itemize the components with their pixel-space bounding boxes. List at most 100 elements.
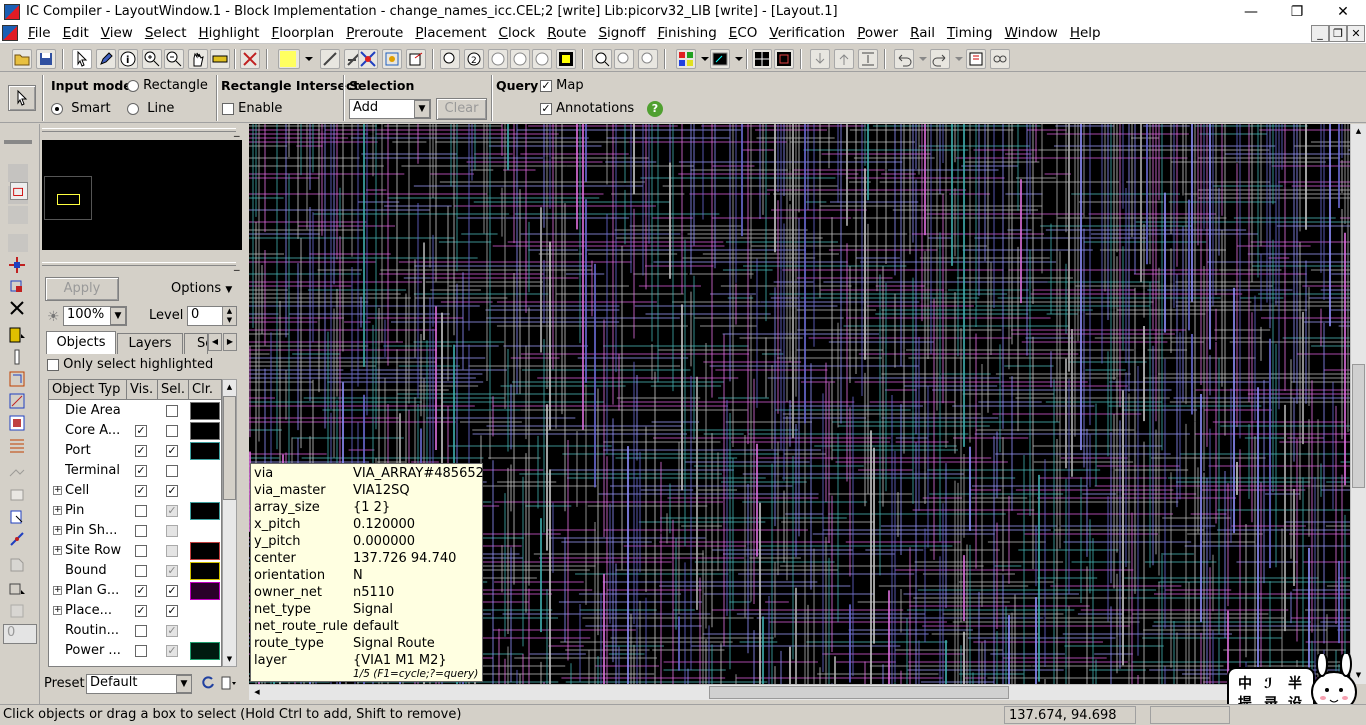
zoom-center-icon[interactable]	[614, 49, 634, 69]
panel-close-icon[interactable]: _	[234, 258, 240, 271]
redo-icon[interactable]	[930, 49, 950, 69]
visible-checkbox[interactable]	[135, 605, 147, 617]
overview-minimap[interactable]	[42, 140, 242, 250]
zoom-half-icon[interactable]	[488, 49, 508, 69]
table-row[interactable]: + Pin Sh...	[49, 521, 221, 541]
preset-menu-icon[interactable]	[220, 675, 238, 691]
mdi-restore-button[interactable]: ❐	[1329, 25, 1347, 42]
pin-icon[interactable]	[8, 348, 28, 366]
ruler-icon[interactable]	[210, 49, 230, 69]
canvas-vertical-scrollbar[interactable]: ▲ ▼	[1350, 124, 1366, 684]
menu-timing[interactable]: Timing	[941, 25, 999, 41]
scroll-down-icon[interactable]: ▼	[223, 652, 236, 666]
expand-icon[interactable]: +	[53, 526, 62, 535]
selectable-checkbox[interactable]	[166, 565, 178, 577]
move-icon[interactable]	[8, 256, 28, 274]
menu-finishing[interactable]: Finishing	[651, 25, 722, 41]
shape-icon[interactable]	[8, 414, 28, 432]
color-swatch[interactable]	[190, 642, 220, 660]
color-swatch[interactable]	[190, 422, 220, 440]
group-icon[interactable]	[8, 206, 28, 224]
chevron-down-icon[interactable]: ▼	[414, 100, 430, 118]
link-icon[interactable]	[990, 49, 1010, 69]
table-row[interactable]: + Cell	[49, 481, 221, 501]
no-route-icon[interactable]	[240, 49, 260, 69]
options-menu[interactable]: Options ▼	[171, 281, 232, 296]
clear-button[interactable]: Clear	[436, 98, 487, 120]
menu-edit[interactable]: Edit	[57, 25, 95, 41]
tab-layers[interactable]: Layers	[117, 333, 183, 354]
selectable-checkbox[interactable]	[166, 505, 178, 517]
selectable-checkbox[interactable]	[166, 525, 178, 537]
tab-scroll-right-icon[interactable]: ▶	[223, 333, 237, 351]
menu-floorplan[interactable]: Floorplan	[265, 25, 340, 41]
tab-settings[interactable]: Se	[184, 333, 208, 354]
menu-window[interactable]: Window	[999, 25, 1064, 41]
chevron-down-icon[interactable]	[300, 49, 313, 69]
menu-verification[interactable]: Verification	[763, 25, 851, 41]
table-row[interactable]: Routin...	[49, 621, 221, 641]
map-checkbox[interactable]: Map	[540, 78, 584, 93]
visible-checkbox[interactable]	[135, 585, 147, 597]
apply-button[interactable]: Apply	[45, 277, 119, 301]
route-icon[interactable]	[8, 370, 28, 388]
zoom-box-icon[interactable]	[592, 49, 612, 69]
table-row[interactable]: + Plan G...	[49, 581, 221, 601]
visible-checkbox[interactable]	[135, 525, 147, 537]
line-radio[interactable]: Line	[127, 101, 174, 116]
column-header-visible[interactable]: Vis.	[127, 380, 158, 400]
visible-checkbox[interactable]	[135, 485, 147, 497]
column-header-color[interactable]: Clr.	[189, 380, 221, 400]
selectable-checkbox[interactable]	[166, 405, 178, 417]
table-row[interactable]: + Pin	[49, 501, 221, 521]
zoom-prev-icon[interactable]	[510, 49, 530, 69]
book-icon[interactable]	[966, 49, 986, 69]
selectable-checkbox[interactable]	[166, 445, 178, 457]
menu-file[interactable]: File	[22, 25, 57, 41]
menu-clock[interactable]: Clock	[493, 25, 542, 41]
zoom-2x-icon[interactable]: 2	[464, 49, 484, 69]
close-button[interactable]: ✕	[1320, 0, 1366, 23]
table-row[interactable]: Die Area	[49, 401, 221, 421]
panel-close-icon[interactable]: _	[234, 124, 240, 137]
table-row[interactable]: + Place...	[49, 601, 221, 621]
minimap-viewport[interactable]	[57, 194, 80, 205]
minimize-button[interactable]: —	[1228, 0, 1274, 23]
flylines-icon[interactable]	[358, 49, 378, 69]
smart-radio[interactable]: Smart	[51, 101, 111, 116]
move-up-icon[interactable]	[834, 49, 854, 69]
target-icon[interactable]	[382, 49, 402, 69]
table-row[interactable]: Terminal	[49, 461, 221, 481]
fit-all-icon[interactable]	[556, 49, 576, 69]
visible-checkbox[interactable]	[135, 465, 147, 477]
polygon-icon[interactable]	[8, 556, 28, 574]
menu-rail[interactable]: Rail	[904, 25, 941, 41]
zoom-selected-icon[interactable]	[638, 49, 658, 69]
color-swatch[interactable]	[190, 582, 220, 600]
array-icon[interactable]	[8, 436, 28, 454]
canvas-hscroll-thumb[interactable]	[709, 686, 1009, 699]
mdi-close-button[interactable]: ✕	[1347, 25, 1365, 42]
help-icon[interactable]: ?	[647, 101, 663, 117]
cell-icon[interactable]	[774, 49, 794, 69]
restore-button[interactable]: ❐	[1274, 0, 1320, 23]
column-header-object-type[interactable]: Object Typ	[49, 380, 127, 400]
pointer-mode-icon[interactable]	[8, 85, 36, 111]
chevron-down-icon[interactable]	[730, 49, 743, 69]
scroll-left-icon[interactable]: ◀	[250, 686, 264, 699]
table-row[interactable]: Core A...	[49, 421, 221, 441]
select-pointer-icon[interactable]	[72, 49, 92, 69]
menu-power[interactable]: Power	[851, 25, 904, 41]
info-icon[interactable]: i	[118, 49, 138, 69]
expand-icon[interactable]: +	[53, 486, 62, 495]
scroll-up-icon[interactable]: ▲	[1352, 124, 1365, 138]
zoom-in-icon[interactable]	[142, 49, 162, 69]
selectable-checkbox[interactable]	[166, 545, 178, 557]
selectable-checkbox[interactable]	[166, 625, 178, 637]
layer-number-field[interactable]: 0	[3, 624, 37, 644]
menu-signoff[interactable]: Signoff	[592, 25, 651, 41]
visible-checkbox[interactable]	[135, 625, 147, 637]
undo-icon[interactable]	[894, 49, 914, 69]
visible-checkbox[interactable]	[135, 645, 147, 657]
color-swatch[interactable]	[190, 442, 220, 460]
